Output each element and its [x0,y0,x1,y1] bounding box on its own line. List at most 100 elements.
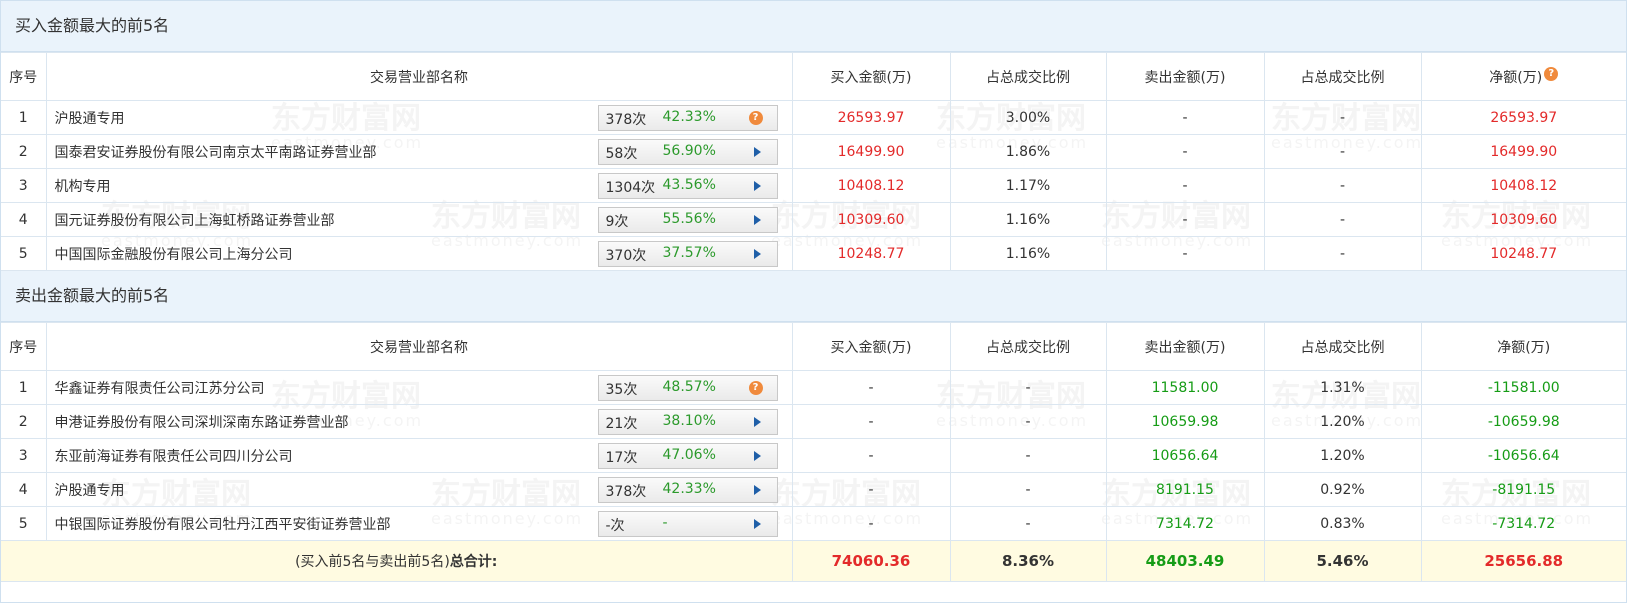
sell-amount: 7314.72 [1105,506,1265,541]
arrow-right-icon[interactable] [753,451,761,461]
total-buy-ratio: 8.36% [949,540,1107,582]
buy-amount: 10408.12 [791,168,951,203]
sell-ratio: 0.83% [1263,506,1422,541]
branch-stats-box[interactable]: 35次 48.57%? [597,375,778,401]
listing-count: 58次 [605,146,638,162]
col-sell-amount: 卖出金额(万) [1105,322,1265,371]
col-sell-amount: 卖出金额(万) [1105,52,1265,101]
table-row: 2 国泰君安证券股份有限公司南京太平南路证券营业部 58次 56.90% 16499.9… [1,134,1626,169]
listing-count: 370次 [605,248,647,264]
branch-stats-box[interactable]: 21次 38.10% [597,409,778,435]
branch-stats-box[interactable]: 378次 42.33% [597,477,778,503]
branch-name-link[interactable]: 国泰君安证券股份有限公司南京太平南路证券营业部 [55,142,377,162]
arrow-right-icon[interactable] [753,215,761,225]
listing-count: 9次 [605,214,629,230]
listing-count: 21次 [605,416,638,432]
branch-name-link[interactable]: 东亚前海证券有限责任公司四川分公司 [55,446,293,466]
branch-name-link[interactable]: 国元证券股份有限公司上海虹桥路证券营业部 [55,210,335,230]
table-row: 3 东亚前海证券有限责任公司四川分公司 17次 47.06% - -10656.64 1.2… [1,438,1626,473]
row-index: 1 [1,100,47,135]
buy-amount: - [791,404,951,439]
win-rate: 38.10% [662,413,716,429]
listing-count: 17次 [605,450,638,466]
win-rate: 37.57% [662,245,716,261]
table-row: 4 国元证券股份有限公司上海虹桥路证券营业部 9次 55.56% 10309.60 1.1… [1,202,1626,237]
arrow-right-icon[interactable] [753,485,761,495]
col-buy-amount: 买入金额(万) [791,322,951,371]
branch-name-link[interactable]: 申港证券股份有限公司深圳深南东路证券营业部 [55,412,349,432]
buy-table: 序号 交易营业部名称 买入金额(万) 占总成交比例 卖出金额(万) 占总成交比例… [1,52,1626,271]
branch-stats-box[interactable]: 1304次 43.56% [597,173,778,199]
branch-cell: 华鑫证券有限责任公司江苏分公司 35次 48.57%? [45,370,793,405]
buy-ratio: - [949,404,1107,439]
table-row: 1 沪股通专用 378次 42.33%? 26593.97 3.00% - -26593.97 [1,100,1626,135]
col-sell-ratio: 占总成交比例 [1263,52,1422,101]
branch-name-link[interactable]: 中银国际证券股份有限公司牡丹江西平安街证券营业部 [55,514,391,534]
buy-amount: - [791,506,951,541]
col-buy-amount: 买入金额(万) [791,52,951,101]
branch-name-link[interactable]: 沪股通专用 [55,108,125,128]
net-amount: -7314.72 [1420,506,1626,541]
branch-stats-box[interactable]: 370次 37.57% [597,241,778,267]
question-icon[interactable]: ? [748,381,763,395]
buy-amount: 10248.77 [791,236,951,271]
lhb-panel: 东方财富网 eastmoney.com 东方财富网 eastmoney.com 东方… [0,0,1627,603]
branch-stats-box[interactable]: 17次 47.06% [597,443,778,469]
buy-amount: 16499.90 [791,134,951,169]
sell-amount: - [1105,100,1265,135]
branch-stats-box[interactable]: 9次 55.56% [597,207,778,233]
win-rate: 43.56% [662,177,716,193]
row-index: 2 [1,404,47,439]
buy-ratio: - [949,438,1107,473]
arrow-right-icon[interactable] [753,147,761,157]
question-icon[interactable]: ? [748,111,763,125]
branch-stats-box[interactable]: 378次 42.33%? [597,105,778,131]
arrow-right-icon[interactable] [753,181,761,191]
total-buy-amount: 74060.36 [791,540,951,582]
buy-ratio: 1.16% [949,236,1107,271]
row-index: 3 [1,168,47,203]
buy-amount: - [791,370,951,405]
col-branch-name: 交易营业部名称 [45,52,793,101]
branch-name-link[interactable]: 机构专用 [55,176,111,196]
arrow-right-icon[interactable] [753,417,761,427]
buy-header-row: 序号 交易营业部名称 买入金额(万) 占总成交比例 卖出金额(万) 占总成交比例… [1,52,1626,101]
table-row: 4 沪股通专用 378次 42.33% - -8191.15 0.92% -8191.15 [1,472,1626,507]
sell-amount: 10656.64 [1105,438,1265,473]
sell-amount: 11581.00 [1105,370,1265,405]
total-sell-ratio: 5.46% [1263,540,1422,582]
row-index: 4 [1,472,47,507]
win-rate: 48.57% [662,379,716,395]
buy-amount: 26593.97 [791,100,951,135]
sell-ratio: 1.31% [1263,370,1422,405]
arrow-right-icon[interactable] [753,519,761,529]
win-rate: 47.06% [662,447,716,463]
total-sell-amount: 48403.49 [1105,540,1265,582]
listing-count: 378次 [605,112,647,128]
sell-amount: 8191.15 [1105,472,1265,507]
table-row: 5 中银国际证券股份有限公司牡丹江西平安街证券营业部 -次 - - -7314.72 0.8… [1,506,1626,541]
branch-stats-box[interactable]: -次 - [597,511,778,537]
help-icon[interactable]: ? [1544,66,1559,81]
branch-name-link[interactable]: 中国国际金融股份有限公司上海分公司 [55,244,293,264]
total-net-amount: 25656.88 [1420,540,1626,582]
branch-name-link[interactable]: 华鑫证券有限责任公司江苏分公司 [55,378,265,398]
total-label: (买入前5名与卖出前5名)总合计: [1,540,793,582]
sell-amount: 10659.98 [1105,404,1265,439]
branch-cell: 申港证券股份有限公司深圳深南东路证券营业部 21次 38.10% [45,404,793,439]
col-buy-ratio: 占总成交比例 [949,322,1107,371]
total-label-suffix: 总合计: [449,554,498,570]
branch-name-link[interactable]: 沪股通专用 [55,480,125,500]
listing-count: -次 [605,518,625,534]
sell-ratio: 1.20% [1263,438,1422,473]
sell-ratio: - [1263,100,1422,135]
branch-cell: 沪股通专用 378次 42.33%? [45,100,793,135]
row-index: 2 [1,134,47,169]
buy-amount: - [791,472,951,507]
buy-ratio: - [949,472,1107,507]
table-row: 5 中国国际金融股份有限公司上海分公司 370次 37.57% 10248.77 1.16… [1,236,1626,271]
net-amount: -8191.15 [1420,472,1626,507]
arrow-right-icon[interactable] [753,249,761,259]
col-branch-name: 交易营业部名称 [45,322,793,371]
branch-stats-box[interactable]: 58次 56.90% [597,139,778,165]
